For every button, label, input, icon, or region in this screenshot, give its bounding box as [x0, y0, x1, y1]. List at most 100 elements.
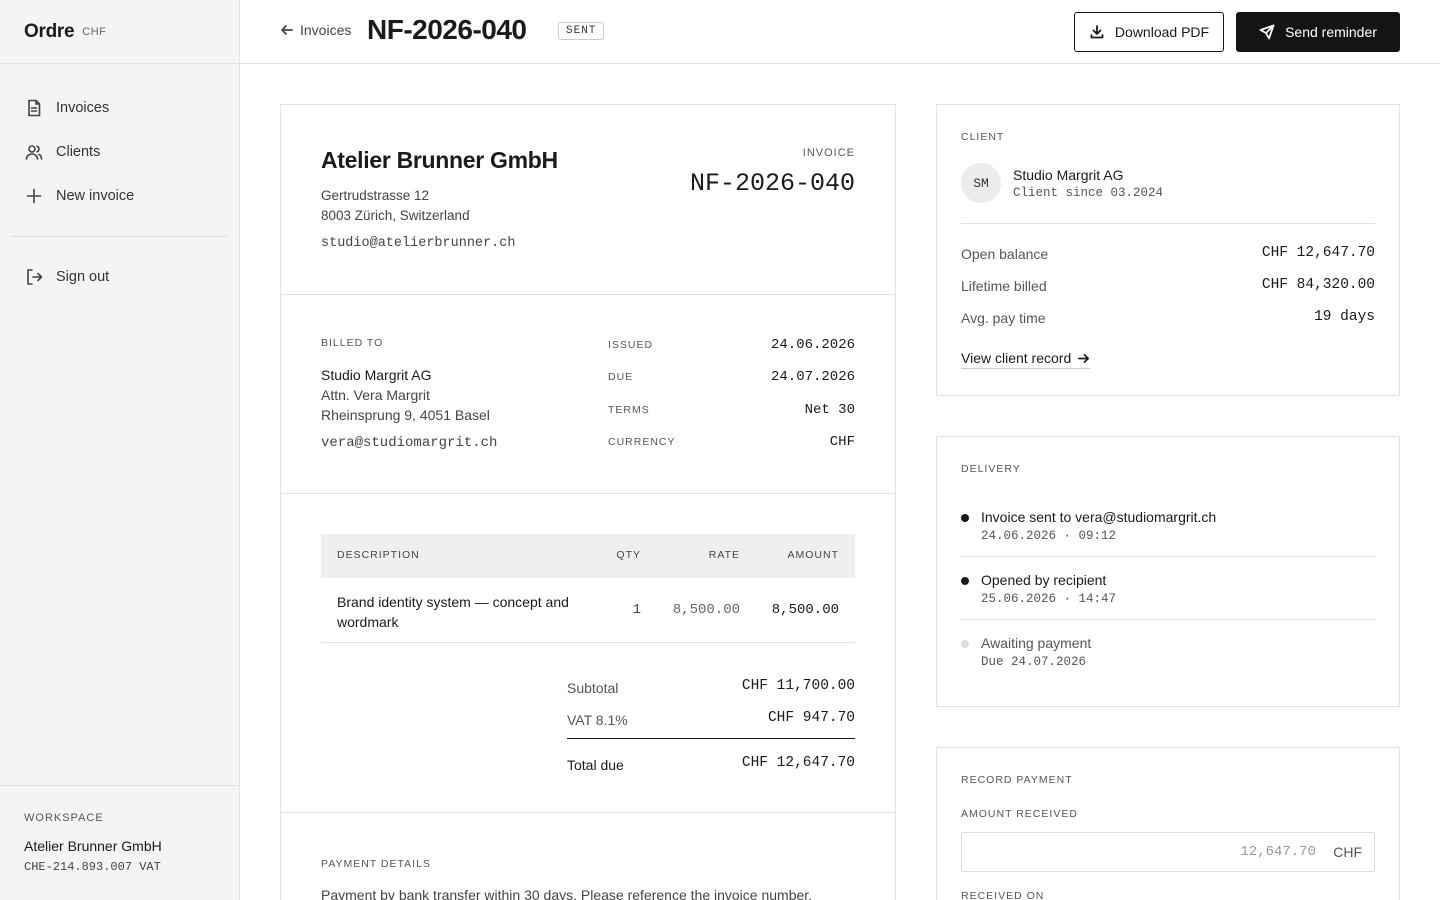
amount-currency: CHF [1333, 844, 1362, 860]
file-icon [28, 99, 41, 117]
back-link[interactable]: Invoices [280, 22, 351, 38]
workspace-info: WORKSPACE Atelier Brunner GmbH CHE-214.8… [0, 785, 240, 900]
col-qty: QTY [616, 549, 641, 561]
meta-label: CURRENCY [608, 436, 676, 448]
record-payment-panel: RECORD PAYMENT AMOUNT RECEIVED CHF RECEI… [936, 747, 1400, 900]
client-since: Client since 03.2024 [1013, 186, 1164, 200]
stat-avg-pay-time: Avg. pay time 19 days [961, 309, 1375, 329]
meta-currency: CURRENCY CHF [608, 434, 855, 454]
status-badge: SENT [558, 22, 605, 40]
stat-value: 19 days [1314, 309, 1375, 325]
status-dot [961, 640, 969, 648]
workspace-label: WORKSPACE [24, 812, 104, 824]
stat-value: CHF 84,320.00 [1261, 277, 1375, 293]
invoice-label: INVOICE [802, 147, 855, 159]
invoice-document: Atelier Brunner GmbH Gertrudstrasse 12 8… [280, 104, 896, 900]
workspace-vat: CHE-214.893.007 VAT [24, 860, 161, 874]
event-title: Invoice sent to vera@studiomargrit.ch [981, 509, 1217, 525]
billing-section: BILLED TO Studio Margrit AG Attn. Vera M… [281, 295, 895, 494]
topbar: Invoices NF-2026-040 SENT Download PDF S… [240, 0, 1440, 64]
stat-label: Lifetime billed [961, 278, 1047, 294]
app-name: Ordre [24, 20, 75, 42]
line-item-rate: 8,500.00 [672, 602, 740, 618]
col-amount: AMOUNT [787, 549, 839, 561]
event-time: 25.06.2026 · 14:47 [981, 592, 1117, 606]
download-pdf-label: Download PDF [1114, 24, 1210, 40]
event-divider [961, 556, 1375, 557]
meta-value: 24.06.2026 [770, 337, 855, 353]
sidebar-nav: Invoices Clients New invoice Sign out [0, 64, 239, 299]
delivery-panel: DELIVERY Invoice sent to vera@studiomarg… [936, 436, 1400, 707]
total-due-value: CHF 12,647.70 [741, 755, 855, 771]
sender-name: Atelier Brunner GmbH [321, 147, 558, 173]
sidebar-item-invoices[interactable]: Invoices [12, 86, 227, 130]
sender-address-line2: 8003 Zürich, Switzerland [321, 208, 470, 223]
amount-received-field: CHF [961, 832, 1375, 872]
sidebar-item-label: New invoice [56, 188, 135, 204]
sidebar: Ordre CHF Invoices Clients New invoice S… [0, 0, 240, 900]
total-due-row: Total due CHF 12,647.70 [567, 755, 855, 777]
back-link-label: Invoices [300, 22, 352, 38]
amount-received-label: AMOUNT RECEIVED [961, 808, 1078, 820]
payment-details-text: Payment by bank transfer within 30 days.… [321, 887, 813, 900]
client-panel-label: CLIENT [961, 131, 1005, 143]
sign-out-button[interactable]: Sign out [12, 255, 227, 299]
plus-icon [26, 188, 42, 204]
received-on-label: RECEIVED ON [961, 890, 1045, 900]
sidebar-item-label: Invoices [56, 100, 110, 116]
meta-label: DUE [608, 371, 634, 383]
delivery-label: DELIVERY [961, 463, 1021, 475]
subtotal-value: CHF 11,700.00 [741, 678, 855, 694]
stat-label: Avg. pay time [961, 310, 1046, 326]
stat-label: Open balance [961, 246, 1049, 262]
record-payment-label: RECORD PAYMENT [961, 774, 1073, 786]
status-dot [961, 514, 969, 522]
view-client-record-link[interactable]: View client record [961, 350, 1091, 369]
billed-to-address: Rheinsprung 9, 4051 Basel [321, 407, 490, 423]
event-title: Opened by recipient [981, 572, 1107, 588]
amount-received-input[interactable] [962, 833, 1324, 871]
stat-lifetime-billed: Lifetime billed CHF 84,320.00 [961, 277, 1375, 297]
download-pdf-button[interactable]: Download PDF [1074, 12, 1224, 52]
sidebar-item-clients[interactable]: Clients [12, 130, 227, 174]
vat-row: VAT 8.1% CHF 947.70 [567, 710, 855, 732]
total-due-label: Total due [567, 757, 624, 773]
arrow-left-icon [281, 25, 293, 35]
sidebar-item-new-invoice[interactable]: New invoice [12, 174, 227, 218]
meta-value: 24.07.2026 [770, 369, 855, 385]
invoice-number: NF-2026-040 [689, 169, 855, 198]
meta-value: Net 30 [804, 402, 855, 418]
stat-value: CHF 12,647.70 [1261, 245, 1375, 261]
billed-to-label: BILLED TO [321, 337, 384, 349]
table-row: Brand identity system — concept and word… [321, 578, 855, 643]
line-items-section: DESCRIPTION QTY RATE AMOUNT Brand identi… [281, 494, 895, 813]
send-icon [1259, 24, 1275, 40]
sign-out-label: Sign out [56, 269, 110, 285]
event-title: Awaiting payment [981, 635, 1092, 651]
event-time: 24.06.2026 · 09:12 [981, 529, 1117, 543]
brand: Ordre CHF [0, 0, 239, 64]
workspace-name: Atelier Brunner GmbH [24, 838, 162, 854]
meta-label: ISSUED [608, 339, 654, 351]
sender-email: studio@atelierbrunner.ch [321, 236, 516, 251]
subtotal-label: Subtotal [567, 680, 619, 696]
billed-to-email: vera@studiomargrit.ch [321, 435, 498, 451]
billed-to-attn: Attn. Vera Margrit [321, 387, 430, 403]
line-item-description: Brand identity system — concept and word… [337, 594, 569, 630]
status-dot [961, 577, 969, 585]
col-description: DESCRIPTION [337, 549, 420, 561]
meta-label: TERMS [608, 404, 650, 416]
line-item-amount: 8,500.00 [771, 602, 839, 618]
nav-divider [12, 236, 227, 237]
billed-to-name: Studio Margrit AG [321, 367, 432, 383]
subtotal-row: Subtotal CHF 11,700.00 [567, 678, 855, 700]
meta-value: CHF [829, 434, 855, 450]
sender-address-line1: Gertrudstrasse 12 [321, 188, 430, 203]
client-name: Studio Margrit AG [1013, 167, 1124, 183]
meta-due: DUE 24.07.2026 [608, 369, 855, 389]
avatar: SM [961, 163, 1001, 203]
event-time: Due 24.07.2026 [981, 655, 1087, 669]
send-reminder-label: Send reminder [1285, 24, 1377, 40]
send-reminder-button[interactable]: Send reminder [1236, 12, 1400, 52]
payment-details-section: PAYMENT DETAILS Payment by bank transfer… [281, 813, 895, 900]
